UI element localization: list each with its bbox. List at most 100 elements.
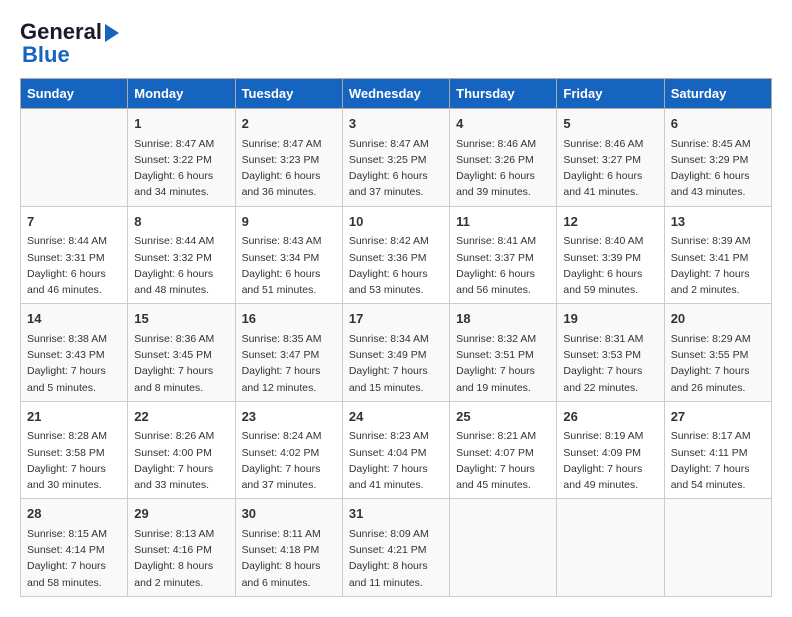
dow-friday: Friday (557, 79, 664, 109)
day-number: 23 (242, 407, 336, 427)
calendar-table: SundayMondayTuesdayWednesdayThursdayFrid… (20, 78, 772, 597)
day-info: Sunrise: 8:31 AM Sunset: 3:53 PM Dayligh… (563, 331, 657, 396)
day-number: 24 (349, 407, 443, 427)
calendar-cell: 27Sunrise: 8:17 AM Sunset: 4:11 PM Dayli… (664, 401, 771, 499)
calendar-cell: 15Sunrise: 8:36 AM Sunset: 3:45 PM Dayli… (128, 304, 235, 402)
day-number: 17 (349, 309, 443, 329)
calendar-cell (557, 499, 664, 597)
calendar-cell: 11Sunrise: 8:41 AM Sunset: 3:37 PM Dayli… (450, 206, 557, 304)
dow-tuesday: Tuesday (235, 79, 342, 109)
day-info: Sunrise: 8:45 AM Sunset: 3:29 PM Dayligh… (671, 136, 765, 201)
dow-wednesday: Wednesday (342, 79, 449, 109)
calendar-body: 1Sunrise: 8:47 AM Sunset: 3:22 PM Daylig… (21, 109, 772, 597)
day-info: Sunrise: 8:36 AM Sunset: 3:45 PM Dayligh… (134, 331, 228, 396)
day-info: Sunrise: 8:29 AM Sunset: 3:55 PM Dayligh… (671, 331, 765, 396)
calendar-cell: 5Sunrise: 8:46 AM Sunset: 3:27 PM Daylig… (557, 109, 664, 207)
calendar-cell: 1Sunrise: 8:47 AM Sunset: 3:22 PM Daylig… (128, 109, 235, 207)
calendar-cell: 16Sunrise: 8:35 AM Sunset: 3:47 PM Dayli… (235, 304, 342, 402)
day-number: 21 (27, 407, 121, 427)
day-number: 3 (349, 114, 443, 134)
day-number: 13 (671, 212, 765, 232)
day-number: 14 (27, 309, 121, 329)
day-info: Sunrise: 8:28 AM Sunset: 3:58 PM Dayligh… (27, 428, 121, 493)
calendar-cell: 30Sunrise: 8:11 AM Sunset: 4:18 PM Dayli… (235, 499, 342, 597)
week-row-5: 28Sunrise: 8:15 AM Sunset: 4:14 PM Dayli… (21, 499, 772, 597)
calendar-cell: 22Sunrise: 8:26 AM Sunset: 4:00 PM Dayli… (128, 401, 235, 499)
calendar-cell: 31Sunrise: 8:09 AM Sunset: 4:21 PM Dayli… (342, 499, 449, 597)
calendar-cell: 7Sunrise: 8:44 AM Sunset: 3:31 PM Daylig… (21, 206, 128, 304)
logo-arrow-icon (105, 24, 119, 42)
calendar-cell: 21Sunrise: 8:28 AM Sunset: 3:58 PM Dayli… (21, 401, 128, 499)
page-header: General Blue (20, 20, 772, 68)
day-info: Sunrise: 8:40 AM Sunset: 3:39 PM Dayligh… (563, 233, 657, 298)
calendar-cell: 12Sunrise: 8:40 AM Sunset: 3:39 PM Dayli… (557, 206, 664, 304)
day-info: Sunrise: 8:47 AM Sunset: 3:22 PM Dayligh… (134, 136, 228, 201)
day-number: 12 (563, 212, 657, 232)
day-info: Sunrise: 8:24 AM Sunset: 4:02 PM Dayligh… (242, 428, 336, 493)
day-number: 30 (242, 504, 336, 524)
day-info: Sunrise: 8:38 AM Sunset: 3:43 PM Dayligh… (27, 331, 121, 396)
calendar-cell: 17Sunrise: 8:34 AM Sunset: 3:49 PM Dayli… (342, 304, 449, 402)
day-number: 29 (134, 504, 228, 524)
day-number: 31 (349, 504, 443, 524)
calendar-cell: 29Sunrise: 8:13 AM Sunset: 4:16 PM Dayli… (128, 499, 235, 597)
day-number: 1 (134, 114, 228, 134)
day-info: Sunrise: 8:44 AM Sunset: 3:32 PM Dayligh… (134, 233, 228, 298)
week-row-3: 14Sunrise: 8:38 AM Sunset: 3:43 PM Dayli… (21, 304, 772, 402)
day-number: 15 (134, 309, 228, 329)
day-number: 11 (456, 212, 550, 232)
day-number: 20 (671, 309, 765, 329)
calendar-cell: 9Sunrise: 8:43 AM Sunset: 3:34 PM Daylig… (235, 206, 342, 304)
calendar-cell: 8Sunrise: 8:44 AM Sunset: 3:32 PM Daylig… (128, 206, 235, 304)
day-info: Sunrise: 8:41 AM Sunset: 3:37 PM Dayligh… (456, 233, 550, 298)
day-info: Sunrise: 8:39 AM Sunset: 3:41 PM Dayligh… (671, 233, 765, 298)
day-info: Sunrise: 8:46 AM Sunset: 3:27 PM Dayligh… (563, 136, 657, 201)
day-number: 16 (242, 309, 336, 329)
calendar-cell: 26Sunrise: 8:19 AM Sunset: 4:09 PM Dayli… (557, 401, 664, 499)
day-number: 28 (27, 504, 121, 524)
day-info: Sunrise: 8:42 AM Sunset: 3:36 PM Dayligh… (349, 233, 443, 298)
logo: General Blue (20, 20, 119, 68)
day-info: Sunrise: 8:13 AM Sunset: 4:16 PM Dayligh… (134, 526, 228, 591)
dow-monday: Monday (128, 79, 235, 109)
day-info: Sunrise: 8:44 AM Sunset: 3:31 PM Dayligh… (27, 233, 121, 298)
day-info: Sunrise: 8:17 AM Sunset: 4:11 PM Dayligh… (671, 428, 765, 493)
day-number: 2 (242, 114, 336, 134)
day-info: Sunrise: 8:19 AM Sunset: 4:09 PM Dayligh… (563, 428, 657, 493)
day-number: 22 (134, 407, 228, 427)
calendar-cell (450, 499, 557, 597)
day-info: Sunrise: 8:09 AM Sunset: 4:21 PM Dayligh… (349, 526, 443, 591)
day-info: Sunrise: 8:32 AM Sunset: 3:51 PM Dayligh… (456, 331, 550, 396)
calendar-cell (21, 109, 128, 207)
day-number: 7 (27, 212, 121, 232)
days-of-week-header: SundayMondayTuesdayWednesdayThursdayFrid… (21, 79, 772, 109)
day-number: 26 (563, 407, 657, 427)
day-number: 27 (671, 407, 765, 427)
calendar-cell: 13Sunrise: 8:39 AM Sunset: 3:41 PM Dayli… (664, 206, 771, 304)
day-number: 4 (456, 114, 550, 134)
calendar-cell: 14Sunrise: 8:38 AM Sunset: 3:43 PM Dayli… (21, 304, 128, 402)
calendar-cell: 28Sunrise: 8:15 AM Sunset: 4:14 PM Dayli… (21, 499, 128, 597)
calendar-cell: 4Sunrise: 8:46 AM Sunset: 3:26 PM Daylig… (450, 109, 557, 207)
day-info: Sunrise: 8:15 AM Sunset: 4:14 PM Dayligh… (27, 526, 121, 591)
week-row-2: 7Sunrise: 8:44 AM Sunset: 3:31 PM Daylig… (21, 206, 772, 304)
day-number: 6 (671, 114, 765, 134)
calendar-cell: 2Sunrise: 8:47 AM Sunset: 3:23 PM Daylig… (235, 109, 342, 207)
day-number: 10 (349, 212, 443, 232)
day-info: Sunrise: 8:21 AM Sunset: 4:07 PM Dayligh… (456, 428, 550, 493)
day-number: 5 (563, 114, 657, 134)
calendar-cell: 25Sunrise: 8:21 AM Sunset: 4:07 PM Dayli… (450, 401, 557, 499)
calendar-cell: 10Sunrise: 8:42 AM Sunset: 3:36 PM Dayli… (342, 206, 449, 304)
dow-sunday: Sunday (21, 79, 128, 109)
dow-saturday: Saturday (664, 79, 771, 109)
calendar-cell (664, 499, 771, 597)
day-info: Sunrise: 8:46 AM Sunset: 3:26 PM Dayligh… (456, 136, 550, 201)
day-info: Sunrise: 8:47 AM Sunset: 3:23 PM Dayligh… (242, 136, 336, 201)
day-number: 18 (456, 309, 550, 329)
day-number: 25 (456, 407, 550, 427)
day-info: Sunrise: 8:23 AM Sunset: 4:04 PM Dayligh… (349, 428, 443, 493)
calendar-cell: 19Sunrise: 8:31 AM Sunset: 3:53 PM Dayli… (557, 304, 664, 402)
logo-text: General (20, 20, 102, 44)
logo-blue-text: Blue (20, 42, 70, 68)
day-number: 19 (563, 309, 657, 329)
